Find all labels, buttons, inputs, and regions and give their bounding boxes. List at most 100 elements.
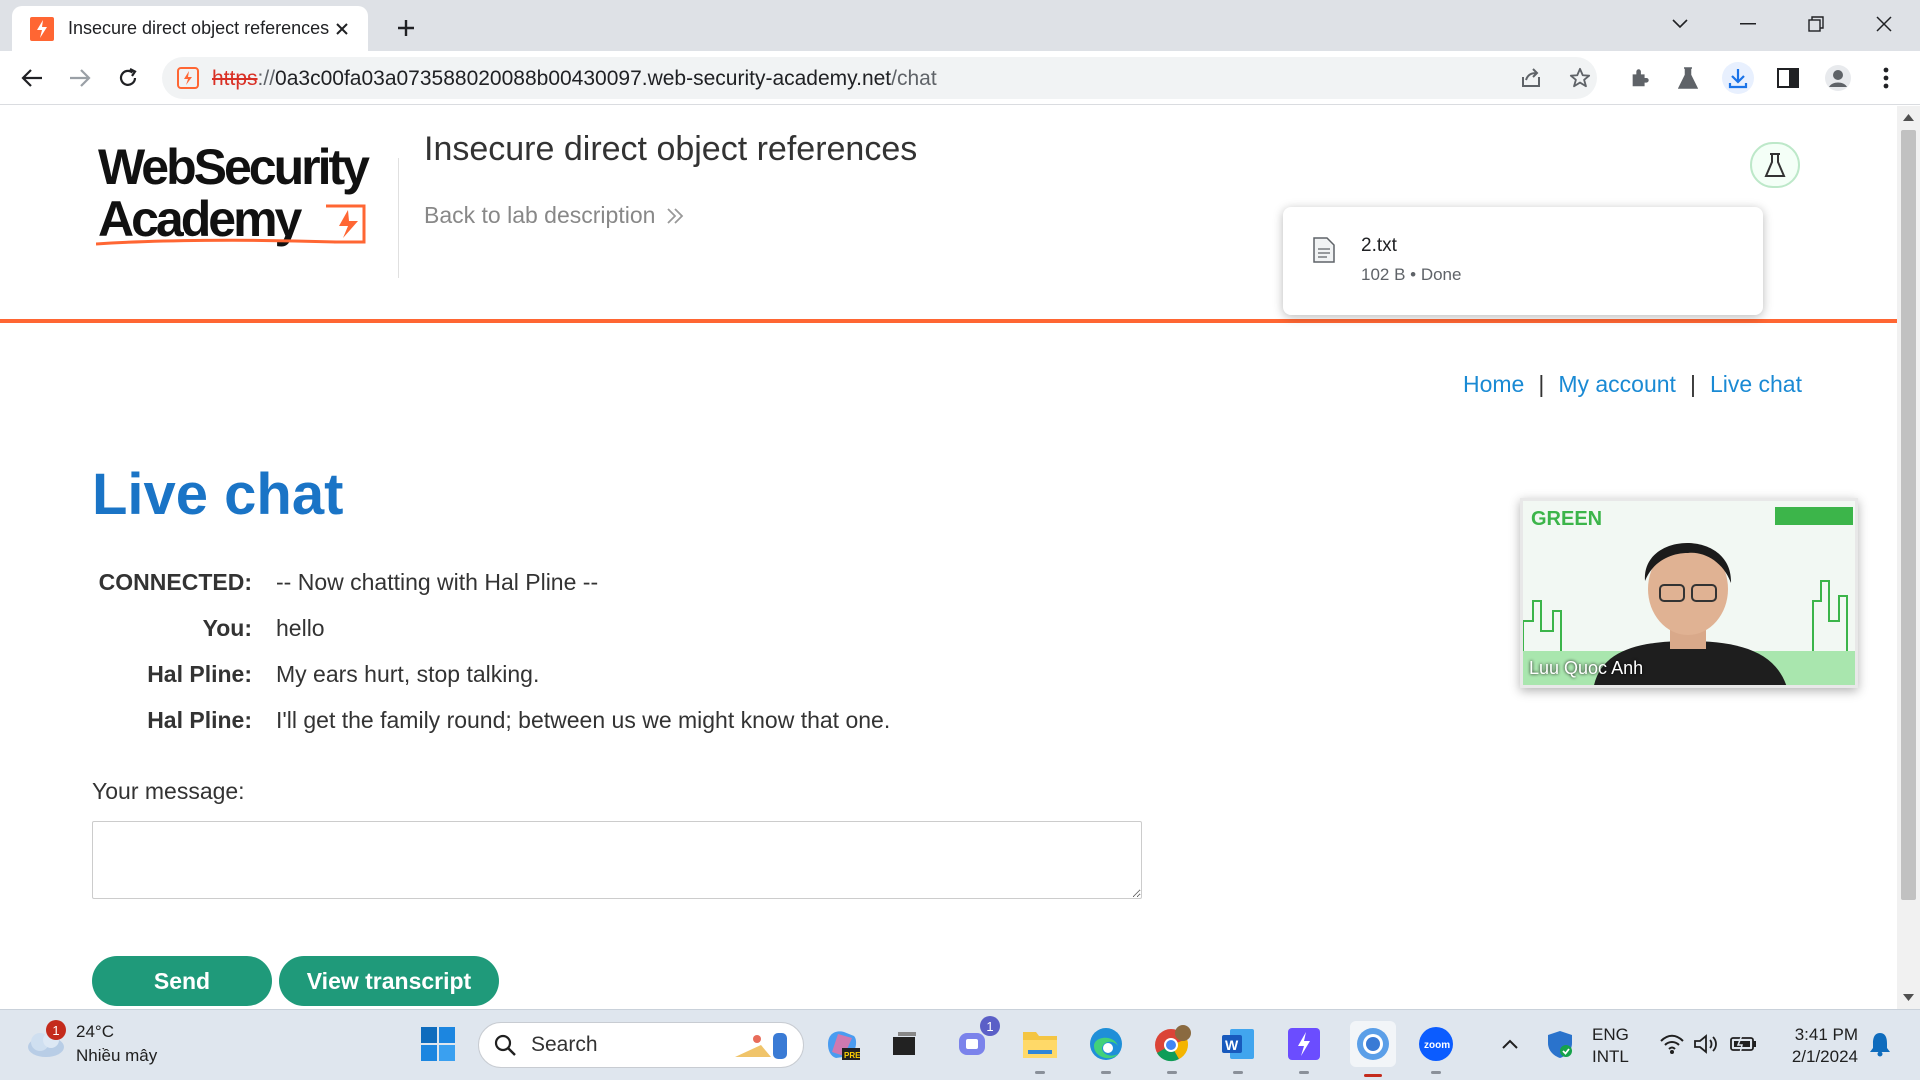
- reload-icon[interactable]: [112, 62, 144, 94]
- page-title: Live chat: [92, 462, 344, 527]
- extensions-icon[interactable]: [1624, 62, 1656, 94]
- windows-start-icon[interactable]: [418, 1024, 458, 1064]
- running-indicator: [1035, 1071, 1045, 1074]
- address-bar[interactable]: https://0a3c00fa03a073588020088b00430097…: [162, 57, 1597, 99]
- back-link-label: Back to lab description: [424, 202, 656, 228]
- nav-live-chat-link[interactable]: Live chat: [1710, 371, 1802, 398]
- security-shield-icon[interactable]: [1540, 1024, 1580, 1064]
- browser-toolbar: https://0a3c00fa03a073588020088b00430097…: [0, 51, 1920, 105]
- view-transcript-button[interactable]: View transcript: [279, 956, 499, 1006]
- burp-suite-icon[interactable]: [1284, 1024, 1324, 1074]
- web-security-academy-logo[interactable]: WebSecurity Academy: [96, 136, 396, 252]
- top-nav: Home | My account | Live chat: [1463, 371, 1802, 398]
- back-to-lab-link[interactable]: Back to lab description: [424, 202, 685, 229]
- scrollbar-thumb[interactable]: [1901, 130, 1916, 900]
- tab-title: Insecure direct object references: [68, 18, 330, 38]
- running-indicator: [1167, 1071, 1177, 1074]
- download-icon[interactable]: [1722, 62, 1754, 94]
- url-text[interactable]: https://0a3c00fa03a073588020088b00430097…: [212, 67, 937, 91]
- nav-my-account-link[interactable]: My account: [1558, 371, 1676, 398]
- edge-icon[interactable]: [1086, 1024, 1126, 1074]
- file-icon: [1313, 237, 1335, 263]
- running-indicator: [1101, 1071, 1111, 1074]
- tab-active[interactable]: Insecure direct object references: [12, 6, 368, 51]
- search-label: Search: [531, 1033, 598, 1056]
- task-view-icon[interactable]: [884, 1024, 924, 1064]
- download-filename[interactable]: 2.txt: [1361, 235, 1397, 257]
- svg-text:zoom: zoom: [1424, 1040, 1450, 1051]
- tab-close-icon[interactable]: [330, 17, 354, 41]
- chat-sender: You:: [202, 614, 252, 641]
- word-icon[interactable]: W: [1218, 1024, 1258, 1074]
- new-tab-button[interactable]: [390, 12, 422, 44]
- language-primary: ENG: [1592, 1025, 1629, 1044]
- header-divider: [398, 158, 399, 278]
- message-textarea[interactable]: [92, 821, 1142, 899]
- chat-text: My ears hurt, stop talking.: [276, 660, 540, 687]
- notification-bell-icon[interactable]: [1860, 1024, 1900, 1064]
- running-indicator: [1299, 1071, 1309, 1074]
- battery-icon[interactable]: [1724, 1024, 1764, 1064]
- chrome-menu-icon[interactable]: [1870, 62, 1902, 94]
- share-icon[interactable]: [1516, 63, 1546, 93]
- weather-widget[interactable]: 24°C Nhiều mây 1: [24, 1020, 157, 1066]
- chat-sender: Hal Pline:: [147, 660, 252, 687]
- chrome-active-icon[interactable]: [1350, 1021, 1396, 1077]
- lab-status-badge: [1750, 142, 1800, 188]
- chat-sender: Hal Pline:: [147, 706, 252, 733]
- chat-message: CONNECTED: -- Now chatting with Hal Plin…: [92, 559, 890, 605]
- video-call-overlay[interactable]: GREEN Luu Quoc Anh: [1520, 498, 1858, 688]
- chat-message: Hal Pline: I'll get the family round; be…: [92, 697, 890, 743]
- bookmark-star-icon[interactable]: [1565, 63, 1595, 93]
- chat-message: You: hello: [92, 605, 890, 651]
- message-label: Your message:: [92, 778, 245, 804]
- back-arrow-icon[interactable]: [16, 62, 48, 94]
- file-explorer-icon[interactable]: [1020, 1024, 1060, 1074]
- chat-log: CONNECTED: -- Now chatting with Hal Plin…: [92, 559, 891, 743]
- search-icon: [494, 1034, 516, 1056]
- chat-text: I'll get the family round; between us we…: [276, 706, 891, 733]
- language-secondary: INTL: [1592, 1047, 1629, 1066]
- download-bubble[interactable]: 2.txt 102 B • Done: [1283, 207, 1763, 315]
- close-window-icon[interactable]: [1864, 8, 1904, 40]
- language-indicator[interactable]: ENG INTL: [1592, 1024, 1629, 1068]
- svg-text:Academy: Academy: [98, 191, 303, 247]
- flask-icon: [1764, 153, 1786, 177]
- svg-text:GREEN: GREEN: [1531, 508, 1602, 530]
- not-secure-lab-icon[interactable]: [176, 66, 200, 90]
- side-panel-icon[interactable]: [1772, 62, 1804, 94]
- forward-arrow-icon[interactable]: [64, 62, 96, 94]
- running-indicator: [1364, 1074, 1382, 1077]
- running-indicator: [1233, 1071, 1243, 1074]
- nav-separator: |: [1538, 371, 1545, 397]
- chat-text: -- Now chatting with Hal Pline --: [276, 568, 599, 595]
- page-scrollbar[interactable]: [1897, 106, 1920, 1009]
- nav-home-link[interactable]: Home: [1463, 371, 1524, 398]
- double-chevron-right-icon: [667, 207, 684, 224]
- clock-time: 3:41 PM: [1794, 1025, 1858, 1044]
- portswigger-icon: [30, 16, 54, 41]
- nav-separator: |: [1689, 371, 1696, 397]
- copilot-preview-icon[interactable]: PRE: [822, 1024, 862, 1064]
- zoom-icon[interactable]: zoom: [1416, 1024, 1456, 1074]
- send-button[interactable]: Send: [92, 956, 272, 1006]
- show-hidden-icons-chevron-icon[interactable]: [1490, 1024, 1530, 1064]
- chrome-profile-icon[interactable]: [1152, 1024, 1192, 1074]
- chat-message: Hal Pline: My ears hurt, stop talking.: [92, 651, 890, 697]
- scroll-down-arrow-icon[interactable]: [1903, 992, 1914, 1003]
- weather-badge: 1: [46, 1020, 66, 1040]
- lab-title: Insecure direct object references: [424, 130, 918, 168]
- tab-search-chevron-icon[interactable]: [1660, 8, 1700, 40]
- taskbar-search[interactable]: Search: [478, 1022, 804, 1068]
- volume-icon[interactable]: [1686, 1024, 1726, 1064]
- teams-badge: 1: [980, 1016, 1000, 1036]
- teams-chat-icon[interactable]: 1: [954, 1016, 1000, 1064]
- participant-name: Luu Quoc Anh: [1529, 658, 1644, 678]
- profile-avatar-icon[interactable]: [1822, 62, 1854, 94]
- clock[interactable]: 3:41 PM 2/1/2024: [1778, 1024, 1858, 1068]
- scroll-up-arrow-icon[interactable]: [1903, 112, 1914, 123]
- svg-text:W: W: [1225, 1037, 1239, 1053]
- labs-flask-icon[interactable]: [1672, 62, 1704, 94]
- restore-icon[interactable]: [1796, 8, 1836, 40]
- minimize-icon[interactable]: [1728, 8, 1768, 40]
